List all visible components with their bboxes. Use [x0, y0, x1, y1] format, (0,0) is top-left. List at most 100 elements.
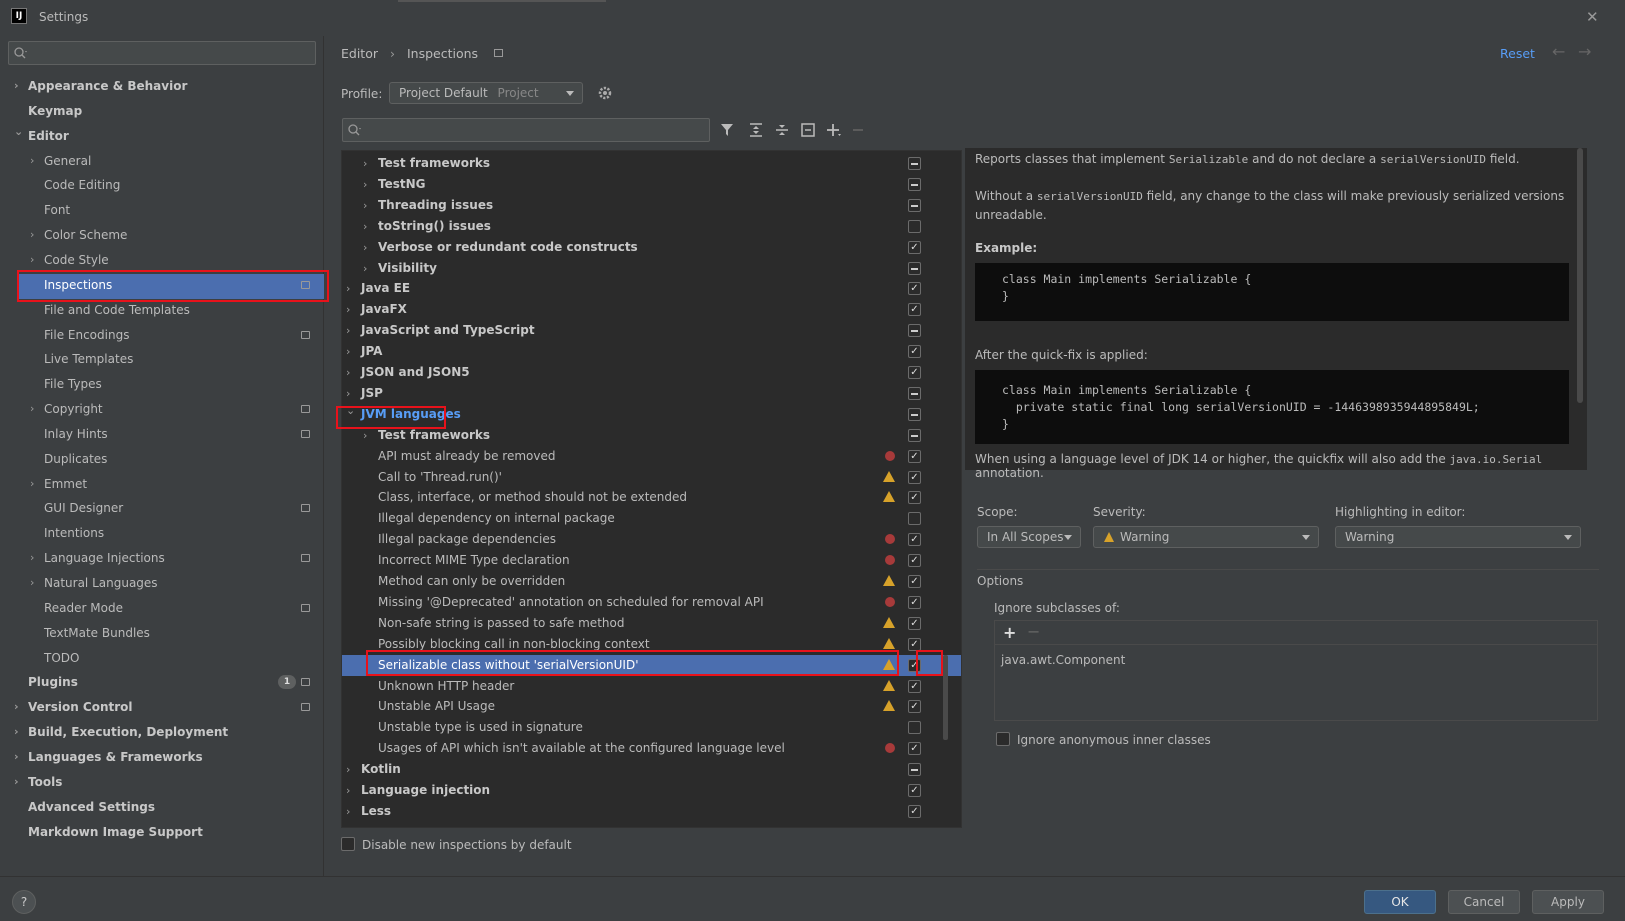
- chevron-right-icon[interactable]: ›: [346, 780, 350, 801]
- chevron-right-icon[interactable]: ›: [14, 720, 19, 744]
- filter-icon[interactable]: [720, 122, 736, 138]
- inspection-tree[interactable]: › Test frameworks › TestNG › Threading issues…: [341, 150, 962, 828]
- chevron-right-icon[interactable]: ›: [30, 546, 34, 570]
- tree-row[interactable]: › Language injection ✓: [342, 780, 961, 801]
- chevron-right-icon[interactable]: ›: [363, 216, 367, 237]
- tree-row[interactable]: Unstable API Usage ✓: [342, 696, 961, 717]
- sidebar-item[interactable]: Markdown Image Support: [0, 820, 324, 844]
- ignore-anon-checkbox[interactable]: [996, 732, 1010, 746]
- chevron-right-icon[interactable]: ›: [30, 472, 34, 496]
- inspection-enabled-checkbox[interactable]: [908, 428, 921, 442]
- inspection-enabled-checkbox[interactable]: [908, 324, 921, 338]
- inspection-enabled-checkbox[interactable]: ✓: [908, 804, 921, 818]
- inspection-enabled-checkbox[interactable]: [908, 261, 921, 275]
- tree-row[interactable]: › JPA ✓: [342, 341, 961, 362]
- inspection-search-input[interactable]: [342, 118, 710, 142]
- inspection-enabled-checkbox[interactable]: [908, 407, 921, 421]
- inspection-enabled-checkbox[interactable]: ✓: [908, 282, 921, 296]
- inspection-enabled-checkbox[interactable]: ✓: [908, 470, 921, 484]
- tree-row[interactable]: › Kotlin: [342, 759, 961, 780]
- chevron-right-icon[interactable]: ›: [363, 258, 367, 279]
- inspection-enabled-checkbox[interactable]: ✓: [908, 679, 921, 693]
- inspection-enabled-checkbox[interactable]: ✓: [908, 345, 921, 359]
- inspection-enabled-checkbox[interactable]: ✓: [908, 575, 921, 588]
- tree-row[interactable]: › JSON and JSON5 ✓: [342, 362, 961, 383]
- add-icon[interactable]: +: [1003, 623, 1016, 642]
- chevron-right-icon[interactable]: ›: [363, 153, 367, 174]
- remove-icon[interactable]: −: [1027, 622, 1040, 641]
- inspection-enabled-checkbox[interactable]: ✓: [908, 449, 921, 463]
- sidebar-item[interactable]: Reader Mode: [0, 596, 324, 620]
- add-icon[interactable]: [826, 122, 842, 138]
- chevron-right-icon[interactable]: ›: [363, 174, 367, 195]
- sidebar-item[interactable]: Advanced Settings: [0, 795, 324, 819]
- tree-row[interactable]: Method can only be overridden ✓: [342, 571, 961, 592]
- chevron-right-icon[interactable]: ›: [346, 320, 350, 341]
- scope-dropdown[interactable]: In All Scopes: [977, 526, 1081, 548]
- inspection-enabled-checkbox[interactable]: ✓: [908, 784, 921, 797]
- chevron-right-icon[interactable]: ›: [30, 397, 34, 421]
- tree-row[interactable]: › Verbose or redundant code constructs ✓: [342, 237, 961, 258]
- sidebar-item[interactable]: › Color Scheme: [0, 223, 324, 247]
- sidebar-item[interactable]: TextMate Bundles: [0, 621, 324, 645]
- apply-button[interactable]: Apply: [1532, 890, 1604, 914]
- inspection-enabled-checkbox[interactable]: [908, 177, 921, 191]
- sidebar-item[interactable]: File and Code Templates: [0, 298, 324, 322]
- breadcrumb-editor[interactable]: Editor: [341, 46, 378, 61]
- tree-scrollbar[interactable]: [943, 655, 948, 740]
- sidebar-item[interactable]: File Types: [0, 372, 324, 396]
- description-scrollbar[interactable]: [1577, 148, 1583, 403]
- reset-to-default-icon[interactable]: [800, 122, 816, 138]
- inspection-enabled-checkbox[interactable]: ✓: [908, 366, 921, 379]
- inspection-enabled-checkbox[interactable]: [908, 721, 921, 735]
- tree-row[interactable]: Non-safe string is passed to safe method…: [342, 613, 961, 634]
- tree-row[interactable]: Illegal dependency on internal package: [342, 508, 961, 529]
- tree-row[interactable]: Call to 'Thread.run()' ✓: [342, 467, 961, 488]
- tree-row[interactable]: › Visibility: [342, 258, 961, 279]
- tree-row[interactable]: Unknown HTTP header ✓: [342, 676, 961, 697]
- sidebar-item[interactable]: › Emmet: [0, 472, 324, 496]
- tree-row[interactable]: API must already be removed ✓: [342, 446, 961, 467]
- sidebar-item[interactable]: › Language Injections: [0, 546, 324, 570]
- tree-row[interactable]: › JavaFX ✓: [342, 299, 961, 320]
- sidebar-item[interactable]: › Copyright: [0, 397, 324, 421]
- tree-row[interactable]: › Test frameworks: [342, 153, 961, 174]
- chevron-right-icon[interactable]: ›: [346, 362, 350, 383]
- expand-all-icon[interactable]: [748, 122, 764, 138]
- chevron-right-icon[interactable]: ›: [346, 759, 350, 780]
- sidebar-item[interactable]: GUI Designer: [0, 496, 324, 520]
- sidebar-item[interactable]: Inlay Hints: [0, 422, 324, 446]
- chevron-right-icon[interactable]: ›: [363, 195, 367, 216]
- collapse-all-icon[interactable]: [774, 122, 790, 138]
- sidebar-item[interactable]: Font: [0, 198, 324, 222]
- tree-row[interactable]: › Java EE ✓: [342, 278, 961, 299]
- profile-dropdown[interactable]: Project Default Project: [389, 82, 583, 104]
- sidebar-item[interactable]: › Build, Execution, Deployment: [0, 720, 324, 744]
- tree-row[interactable]: › JSP: [342, 383, 961, 404]
- tree-row[interactable]: › JavaScript and TypeScript: [342, 320, 961, 341]
- tree-row[interactable]: Illegal package dependencies ✓: [342, 529, 961, 550]
- inspection-enabled-checkbox[interactable]: [908, 512, 921, 526]
- sidebar-item[interactable]: › Natural Languages: [0, 571, 324, 595]
- chevron-right-icon[interactable]: ›: [14, 770, 19, 794]
- sidebar-item[interactable]: Live Templates: [0, 347, 324, 371]
- chevron-right-icon[interactable]: ›: [346, 278, 350, 299]
- sidebar-item[interactable]: Inspections: [0, 273, 324, 297]
- tree-row[interactable]: › toString() issues: [342, 216, 961, 237]
- sidebar-item[interactable]: TODO: [0, 646, 324, 670]
- sidebar-search-input[interactable]: [8, 41, 316, 65]
- gear-icon[interactable]: [597, 85, 613, 101]
- inspection-enabled-checkbox[interactable]: ✓: [908, 303, 921, 317]
- sidebar-item[interactable]: › Languages & Frameworks: [0, 745, 324, 769]
- sidebar-item[interactable]: › Version Control: [0, 695, 324, 719]
- disable-new-checkbox[interactable]: [341, 837, 355, 851]
- sidebar-item[interactable]: › Appearance & Behavior: [0, 74, 324, 98]
- cancel-button[interactable]: Cancel: [1448, 890, 1520, 914]
- chevron-right-icon[interactable]: ›: [30, 223, 34, 247]
- chevron-right-icon[interactable]: ›: [30, 571, 34, 595]
- inspection-enabled-checkbox[interactable]: ✓: [908, 742, 921, 756]
- sidebar-item[interactable]: Code Editing: [0, 173, 324, 197]
- inspection-enabled-checkbox[interactable]: ✓: [908, 533, 921, 547]
- chevron-right-icon[interactable]: ›: [30, 248, 34, 272]
- sidebar-item[interactable]: Keymap: [0, 99, 324, 123]
